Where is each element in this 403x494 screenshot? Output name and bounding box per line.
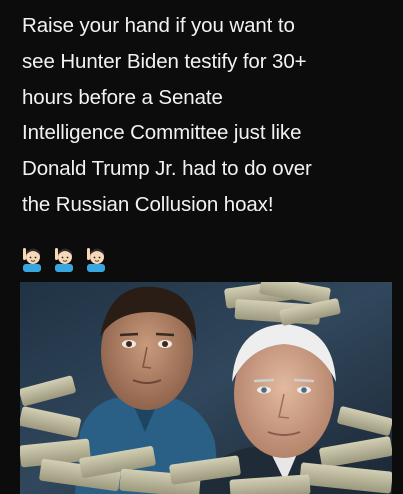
caption-line-2: see Hunter Biden testify for 30+ — [22, 49, 307, 73]
raising-hand-emoji — [52, 246, 76, 272]
photo-collage — [20, 282, 392, 494]
caption-line-6: the Russian Collusion hoax! — [22, 192, 274, 216]
caption-line-3: hours before a Senate — [22, 85, 223, 109]
caption-line-1: Raise your hand if you want to — [22, 14, 295, 37]
caption-line-4: Intelligence Committee just like — [22, 121, 302, 145]
meme-caption: Raise your hand if you want to see Hunte… — [22, 8, 392, 223]
caption-line-5: Donald Trump Jr. had to do over — [22, 157, 312, 181]
meme-image: Raise your hand if you want to see Hunte… — [0, 0, 403, 494]
raising-hand-emoji — [20, 246, 44, 272]
emoji-row — [20, 244, 108, 274]
raising-hand-emoji — [84, 246, 108, 272]
